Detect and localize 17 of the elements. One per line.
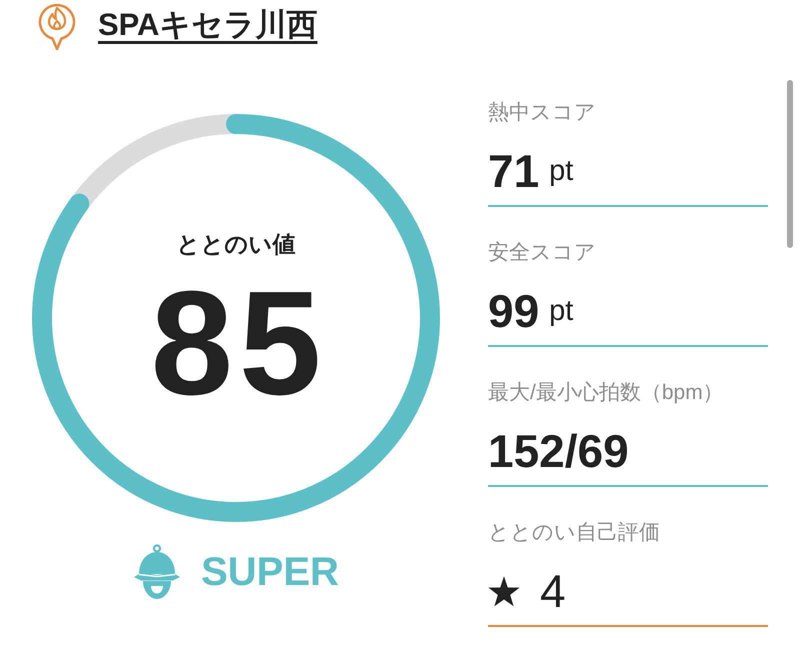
unit-label: pt	[549, 294, 574, 329]
metric-value: 99	[488, 284, 540, 339]
scrollbar-thumb[interactable]	[787, 80, 793, 248]
star-icon	[488, 576, 520, 606]
metric-label: 安全スコア	[488, 240, 597, 266]
unit-label: pt	[549, 154, 574, 189]
score-label: ととのい値	[176, 230, 296, 259]
metric-label: ととのい自己評価	[488, 520, 661, 546]
rating-value: 4	[540, 564, 566, 619]
metric-label: 最大/最小心拍数（bpm）	[488, 380, 725, 406]
venue-title[interactable]: SPAキセラ川西	[98, 6, 318, 44]
rank-label: SUPER	[201, 552, 339, 592]
metric-value: 152/69	[488, 424, 629, 479]
score-value: 85	[150, 270, 328, 418]
metric-value: 71	[488, 144, 540, 199]
metric-label: 熱中スコア	[488, 100, 597, 126]
hat-character-icon	[133, 544, 182, 600]
